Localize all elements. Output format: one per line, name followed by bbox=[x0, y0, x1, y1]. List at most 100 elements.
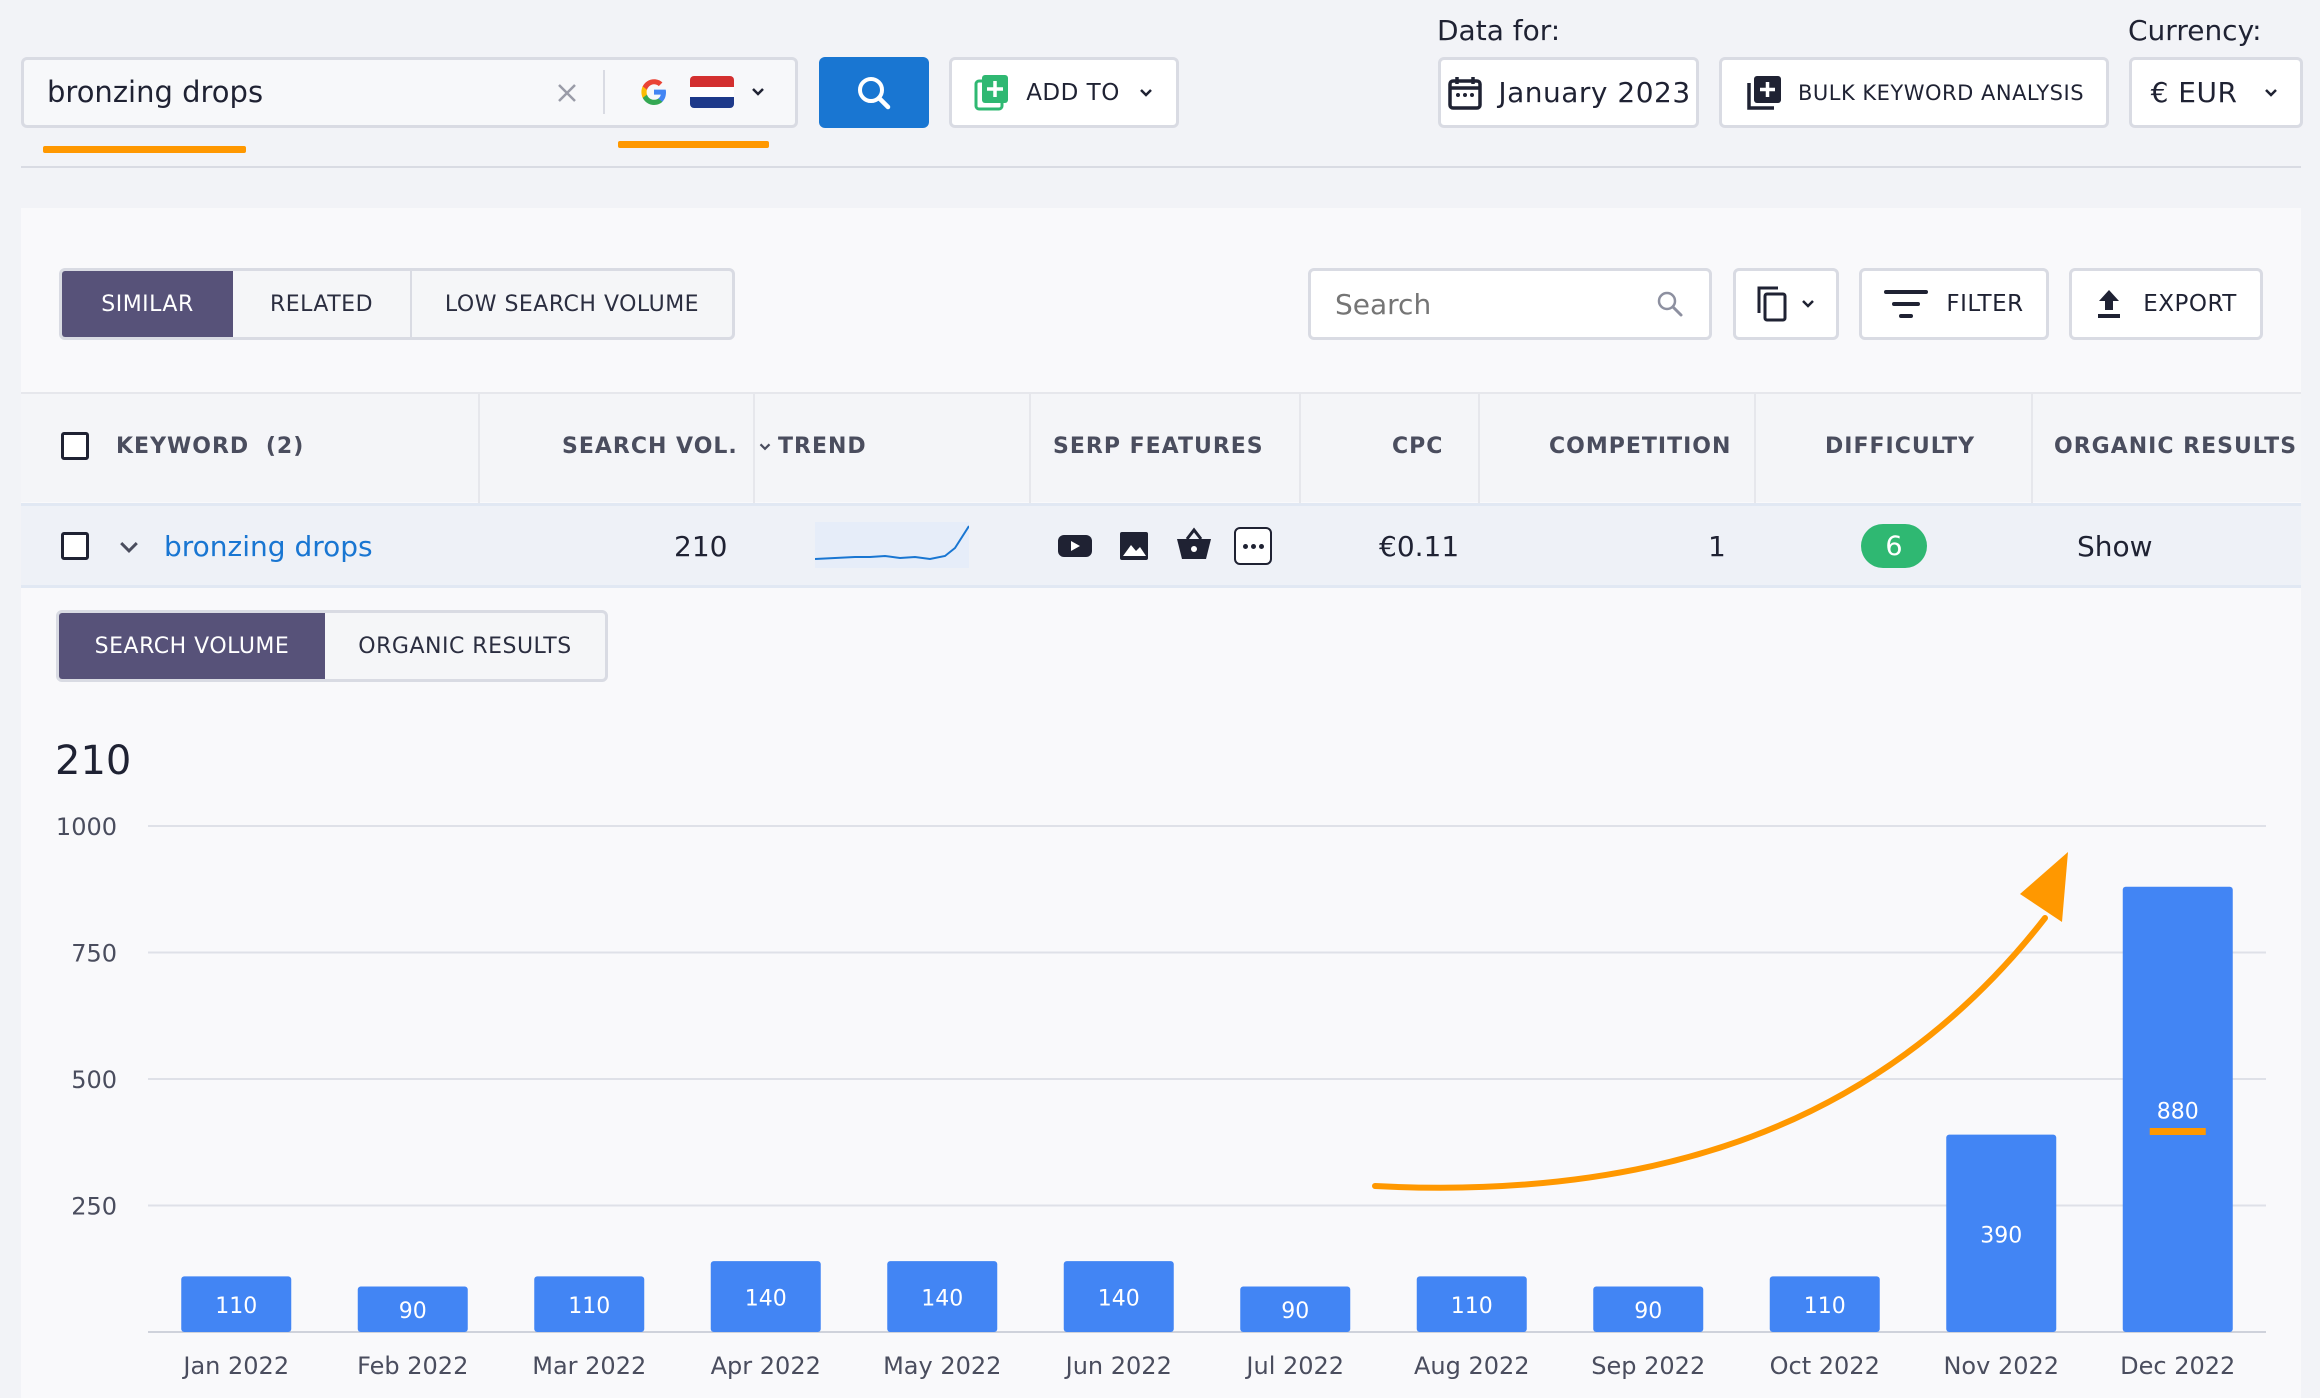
bar-value-label: 90 bbox=[1634, 1299, 1662, 1324]
currency-value: € EUR bbox=[2150, 76, 2238, 109]
tab-low-search-volume[interactable]: LOW SEARCH VOLUME bbox=[410, 271, 732, 337]
x-tick-label: Feb 2022 bbox=[357, 1352, 468, 1380]
add-to-button[interactable]: ADD TO bbox=[949, 57, 1179, 128]
competition-value: 1 bbox=[1708, 530, 1726, 563]
bar-value-label: 390 bbox=[1980, 1223, 2022, 1248]
search-volume-value: 210 bbox=[674, 530, 728, 563]
keyword-column-header[interactable]: KEYWORD (2) bbox=[116, 434, 304, 459]
trend-arrow bbox=[1372, 915, 2048, 1191]
image-icon bbox=[1117, 530, 1151, 562]
bar-value-label: 880 bbox=[2157, 1099, 2199, 1124]
bulk-label: BULK KEYWORD ANALYSIS bbox=[1797, 80, 2085, 105]
query-highlight bbox=[43, 146, 246, 153]
y-tick-label: 1000 bbox=[56, 813, 117, 841]
keyword-link[interactable]: bronzing drops bbox=[164, 530, 373, 563]
engine-highlight bbox=[618, 141, 769, 148]
table-search-field[interactable] bbox=[1308, 268, 1712, 340]
x-tick-label: Nov 2022 bbox=[1943, 1352, 2059, 1380]
chart-tabs: SEARCH VOLUME ORGANIC RESULTS bbox=[56, 610, 608, 682]
tab-search-volume[interactable]: SEARCH VOLUME bbox=[59, 613, 325, 679]
bar-value-label: 90 bbox=[1281, 1299, 1309, 1324]
chevron-down-icon bbox=[1136, 83, 1156, 103]
x-tick-label: Oct 2022 bbox=[1770, 1352, 1880, 1380]
date-label: January 2023 bbox=[1498, 76, 1691, 109]
x-tick-label: Aug 2022 bbox=[1414, 1352, 1530, 1380]
keyword-count: (2) bbox=[265, 434, 305, 459]
bar-value-label: 140 bbox=[1098, 1287, 1140, 1312]
filter-icon bbox=[1884, 288, 1929, 320]
upload-icon bbox=[2095, 288, 2123, 320]
tab-related[interactable]: RELATED bbox=[233, 271, 410, 337]
bulk-keyword-analysis-button[interactable]: BULK KEYWORD ANALYSIS bbox=[1719, 57, 2109, 128]
chevron-down-icon bbox=[2261, 83, 2281, 103]
calendar-icon bbox=[1446, 74, 1484, 112]
video-icon bbox=[1057, 530, 1093, 562]
chevron-down-icon bbox=[1798, 294, 1818, 314]
cpc-value: €0.11 bbox=[1379, 530, 1460, 563]
bar-value-label: 90 bbox=[399, 1299, 427, 1324]
chevron-down-icon[interactable] bbox=[746, 80, 770, 104]
difficulty-badge: 6 bbox=[1861, 524, 1927, 568]
currency-label: Currency: bbox=[2128, 14, 2262, 47]
add-to-label: ADD TO bbox=[1026, 79, 1120, 106]
bar-value-label: 110 bbox=[568, 1294, 610, 1319]
sort-down-icon bbox=[760, 443, 771, 451]
bar-value-label: 140 bbox=[745, 1287, 787, 1312]
trend-sparkline bbox=[815, 522, 969, 568]
search-vol-column-header[interactable]: SEARCH VOL. bbox=[562, 434, 774, 459]
date-picker-button[interactable]: January 2023 bbox=[1438, 57, 1699, 128]
search-volume-bar-chart: 250 500 750 1000 110 Jan 2022 90 Feb 2022 110 Mar… bbox=[56, 813, 2266, 1380]
table-search-input[interactable] bbox=[1335, 287, 1635, 321]
bar-value-label: 110 bbox=[1451, 1294, 1493, 1319]
google-icon[interactable] bbox=[636, 74, 672, 110]
search-volume-headline: 210 bbox=[55, 738, 132, 784]
row-checkbox[interactable] bbox=[61, 532, 89, 560]
export-button[interactable]: EXPORT bbox=[2069, 268, 2263, 340]
y-tick-label: 250 bbox=[71, 1193, 117, 1221]
x-tick-label: Mar 2022 bbox=[532, 1352, 646, 1380]
data-for-label: Data for: bbox=[1437, 14, 1561, 47]
copy-menu-button[interactable] bbox=[1733, 268, 1839, 340]
search-vol-header-label: SEARCH VOL. bbox=[562, 434, 738, 459]
keyword-search-input[interactable]: bronzing drops bbox=[47, 75, 263, 109]
y-tick-label: 500 bbox=[71, 1066, 117, 1094]
netherlands-flag-icon[interactable] bbox=[690, 76, 734, 108]
more-icon[interactable] bbox=[1234, 527, 1272, 565]
x-tick-label: Jul 2022 bbox=[1244, 1352, 1344, 1380]
clear-icon[interactable] bbox=[552, 78, 582, 108]
bar-value-label: 110 bbox=[215, 1294, 257, 1319]
export-label: EXPORT bbox=[2143, 291, 2237, 317]
bar-value-label: 140 bbox=[921, 1287, 963, 1312]
add-list-icon bbox=[972, 73, 1012, 113]
serp-features-column-header[interactable]: SERP FEATURES bbox=[1053, 434, 1264, 459]
divider bbox=[603, 70, 605, 114]
copy-icon bbox=[1754, 285, 1790, 323]
filter-button[interactable]: FILTER bbox=[1859, 268, 2049, 340]
search-button[interactable] bbox=[819, 57, 929, 128]
tab-organic-results[interactable]: ORGANIC RESULTS bbox=[325, 613, 605, 679]
organic-results-show-link[interactable]: Show bbox=[2077, 530, 2153, 563]
select-all-checkbox[interactable] bbox=[61, 432, 89, 460]
difficulty-column-header[interactable]: DIFFICULTY bbox=[1825, 434, 1975, 459]
search-icon bbox=[1655, 289, 1685, 319]
x-tick-label: Apr 2022 bbox=[711, 1352, 821, 1380]
keyword-type-tabs: SIMILAR RELATED LOW SEARCH VOLUME bbox=[59, 268, 735, 340]
organic-results-column-header[interactable]: ORGANIC RESULTS bbox=[2054, 434, 2297, 459]
x-tick-label: Dec 2022 bbox=[2120, 1352, 2235, 1380]
bar-value-label: 110 bbox=[1804, 1294, 1846, 1319]
filter-label: FILTER bbox=[1946, 291, 2024, 317]
x-tick-label: Jun 2022 bbox=[1064, 1352, 1172, 1380]
currency-select[interactable]: € EUR bbox=[2129, 57, 2303, 128]
add-copy-icon bbox=[1744, 73, 1784, 113]
competition-column-header[interactable]: COMPETITION bbox=[1549, 434, 1731, 459]
shopping-basket-icon bbox=[1175, 526, 1213, 562]
expand-chevron-icon[interactable] bbox=[114, 532, 144, 562]
x-tick-label: Jan 2022 bbox=[181, 1352, 289, 1380]
value-highlight bbox=[2149, 1128, 2206, 1135]
keyword-header-label: KEYWORD bbox=[116, 434, 250, 459]
cpc-column-header[interactable]: CPC bbox=[1392, 434, 1443, 459]
x-tick-label: May 2022 bbox=[883, 1352, 1001, 1380]
difficulty-value: 6 bbox=[1885, 530, 1903, 562]
trend-column-header[interactable]: TREND bbox=[778, 434, 867, 459]
tab-similar[interactable]: SIMILAR bbox=[62, 271, 233, 337]
